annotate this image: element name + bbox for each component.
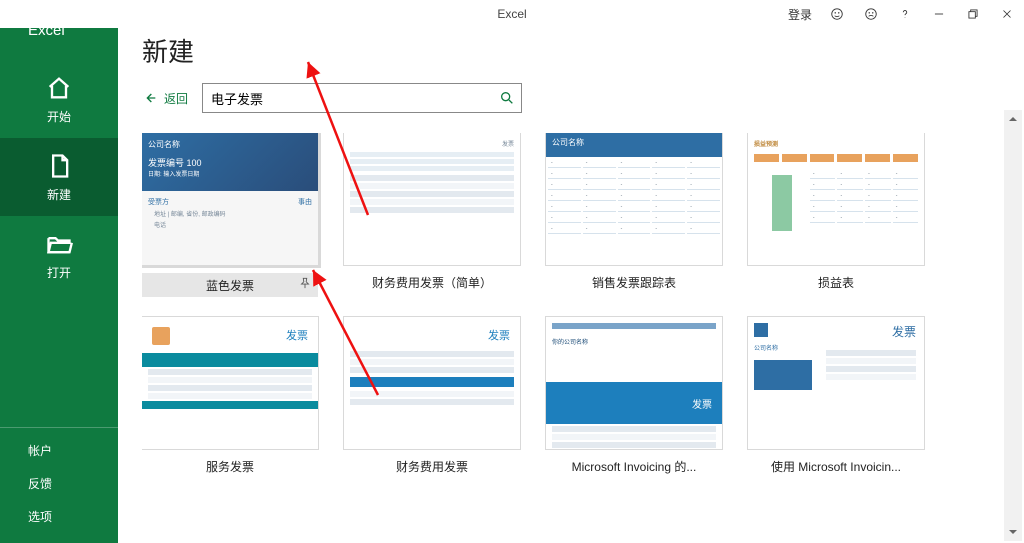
scroll-down-button[interactable] [1004, 523, 1022, 541]
template-thumb: 发票 [344, 317, 520, 449]
template-card[interactable]: 你的公司名称 发票 Microsoft Invoicing 的... [546, 317, 722, 475]
template-grid-wrap: 公司名称 发票编号 100 日期: 输入发票日期 受票方 事由 地址 | 邮编,… [142, 133, 1000, 538]
arrow-left-icon [142, 90, 158, 106]
nav-open[interactable]: 打开 [0, 216, 118, 294]
template-grid: 公司名称 发票编号 100 日期: 输入发票日期 受票方 事由 地址 | 邮编,… [142, 133, 1000, 475]
template-card[interactable]: 发票 服务发票 [142, 317, 318, 475]
main: 新建 返回 公司名称 发票编号 100 [118, 0, 1024, 543]
preview-text: 事由 [298, 197, 312, 207]
template-card[interactable]: 公司名称 发票编号 100 日期: 输入发票日期 受票方 事由 地址 | 邮编,… [142, 133, 318, 297]
window-minimize-button[interactable] [922, 0, 956, 28]
titlebar: Excel 登录 [0, 0, 1024, 28]
nav-bottom: 帐户 反馈 选项 [0, 427, 118, 543]
scroll-track[interactable] [1004, 128, 1022, 523]
preview-text: 你的公司名称 [546, 335, 722, 348]
nav-account[interactable]: 帐户 [0, 434, 118, 467]
nav-home-label: 开始 [47, 108, 71, 125]
template-label: 损益表 [818, 274, 854, 291]
template-label: 财务费用发票 [396, 458, 468, 475]
preview-text: 发票 [286, 327, 308, 343]
face-sad-icon[interactable] [854, 0, 888, 28]
template-label-row: 蓝色发票 [142, 273, 318, 297]
vertical-scrollbar[interactable] [1004, 110, 1022, 541]
file-new-icon [45, 152, 73, 180]
preview-text: 发票 [546, 382, 722, 424]
sidebar: Excel 开始 新建 打开 帐户 反馈 选项 [0, 0, 118, 543]
template-label: 服务发票 [206, 458, 254, 475]
search-box [202, 83, 522, 113]
preview-text: 损益预测 [754, 139, 918, 148]
template-label: 财务费用发票（简单） [372, 274, 492, 291]
template-label: 使用 Microsoft Invoicin... [771, 458, 901, 475]
nav-open-label: 打开 [47, 264, 71, 281]
titlebar-title: Excel [497, 7, 526, 21]
preview-text: 发票 [488, 327, 510, 343]
template-card[interactable]: 损益预测 -------------------- 损益表 [748, 133, 924, 297]
template-thumb: 公司名称 发票 [748, 317, 924, 449]
template-label: Microsoft Invoicing 的... [572, 458, 697, 475]
template-thumb: 发票 [142, 317, 318, 449]
template-thumb: 你的公司名称 发票 [546, 317, 722, 449]
nav-new-label: 新建 [47, 186, 71, 203]
pin-button[interactable] [298, 277, 312, 294]
window-restore-button[interactable] [956, 0, 990, 28]
back-button[interactable]: 返回 [142, 90, 188, 107]
template-card[interactable]: 发票 财务费用发票 [344, 317, 520, 475]
home-icon [45, 74, 73, 102]
window-close-button[interactable] [990, 0, 1024, 28]
template-label: 销售发票跟踪表 [592, 274, 676, 291]
template-card[interactable]: 公司名称 发票 使用 Microsoft Invoicin... [748, 317, 924, 475]
search-submit[interactable] [492, 83, 522, 113]
scroll-up-button[interactable] [1004, 110, 1022, 128]
preview-text: 发票 [826, 323, 916, 340]
preview-text: 公司名称 [546, 133, 722, 157]
signin-button[interactable]: 登录 [780, 0, 820, 28]
template-thumb: 损益预测 -------------------- [748, 133, 924, 265]
preview-text: 受票方 [148, 197, 169, 207]
face-smile-icon[interactable] [820, 0, 854, 28]
preview-text: 公司名称 [148, 139, 312, 150]
template-card[interactable]: 公司名称 -----------------------------------… [546, 133, 722, 297]
search-input[interactable] [202, 83, 522, 113]
folder-open-icon [45, 230, 73, 258]
template-label: 蓝色发票 [206, 277, 254, 294]
template-thumb: 公司名称 ----------------------------------- [546, 133, 722, 265]
back-label: 返回 [164, 90, 188, 107]
search-row: 返回 [142, 83, 1000, 113]
template-thumb: 公司名称 发票编号 100 日期: 输入发票日期 受票方 事由 地址 | 邮编,… [142, 133, 318, 265]
template-card[interactable]: 发票 财务费用发票（简单） [344, 133, 520, 297]
nav-home[interactable]: 开始 [0, 60, 118, 138]
nav-new[interactable]: 新建 [0, 138, 118, 216]
preview-text: 日期: 输入发票日期 [148, 169, 312, 178]
page-title: 新建 [142, 32, 1000, 69]
preview-text: 发票编号 100 [148, 156, 312, 169]
search-icon [499, 90, 515, 106]
titlebar-right: 登录 [780, 0, 1024, 28]
app-root: Excel 登录 Excel 开始 新建 打开 帐户 反馈 选 [0, 0, 1024, 543]
preview-text: 公司名称 [754, 343, 812, 352]
template-thumb: 发票 [344, 133, 520, 265]
nav-feedback[interactable]: 反馈 [0, 467, 118, 500]
nav-options[interactable]: 选项 [0, 500, 118, 533]
preview-text: 发票 [350, 139, 514, 148]
help-icon[interactable] [888, 0, 922, 28]
